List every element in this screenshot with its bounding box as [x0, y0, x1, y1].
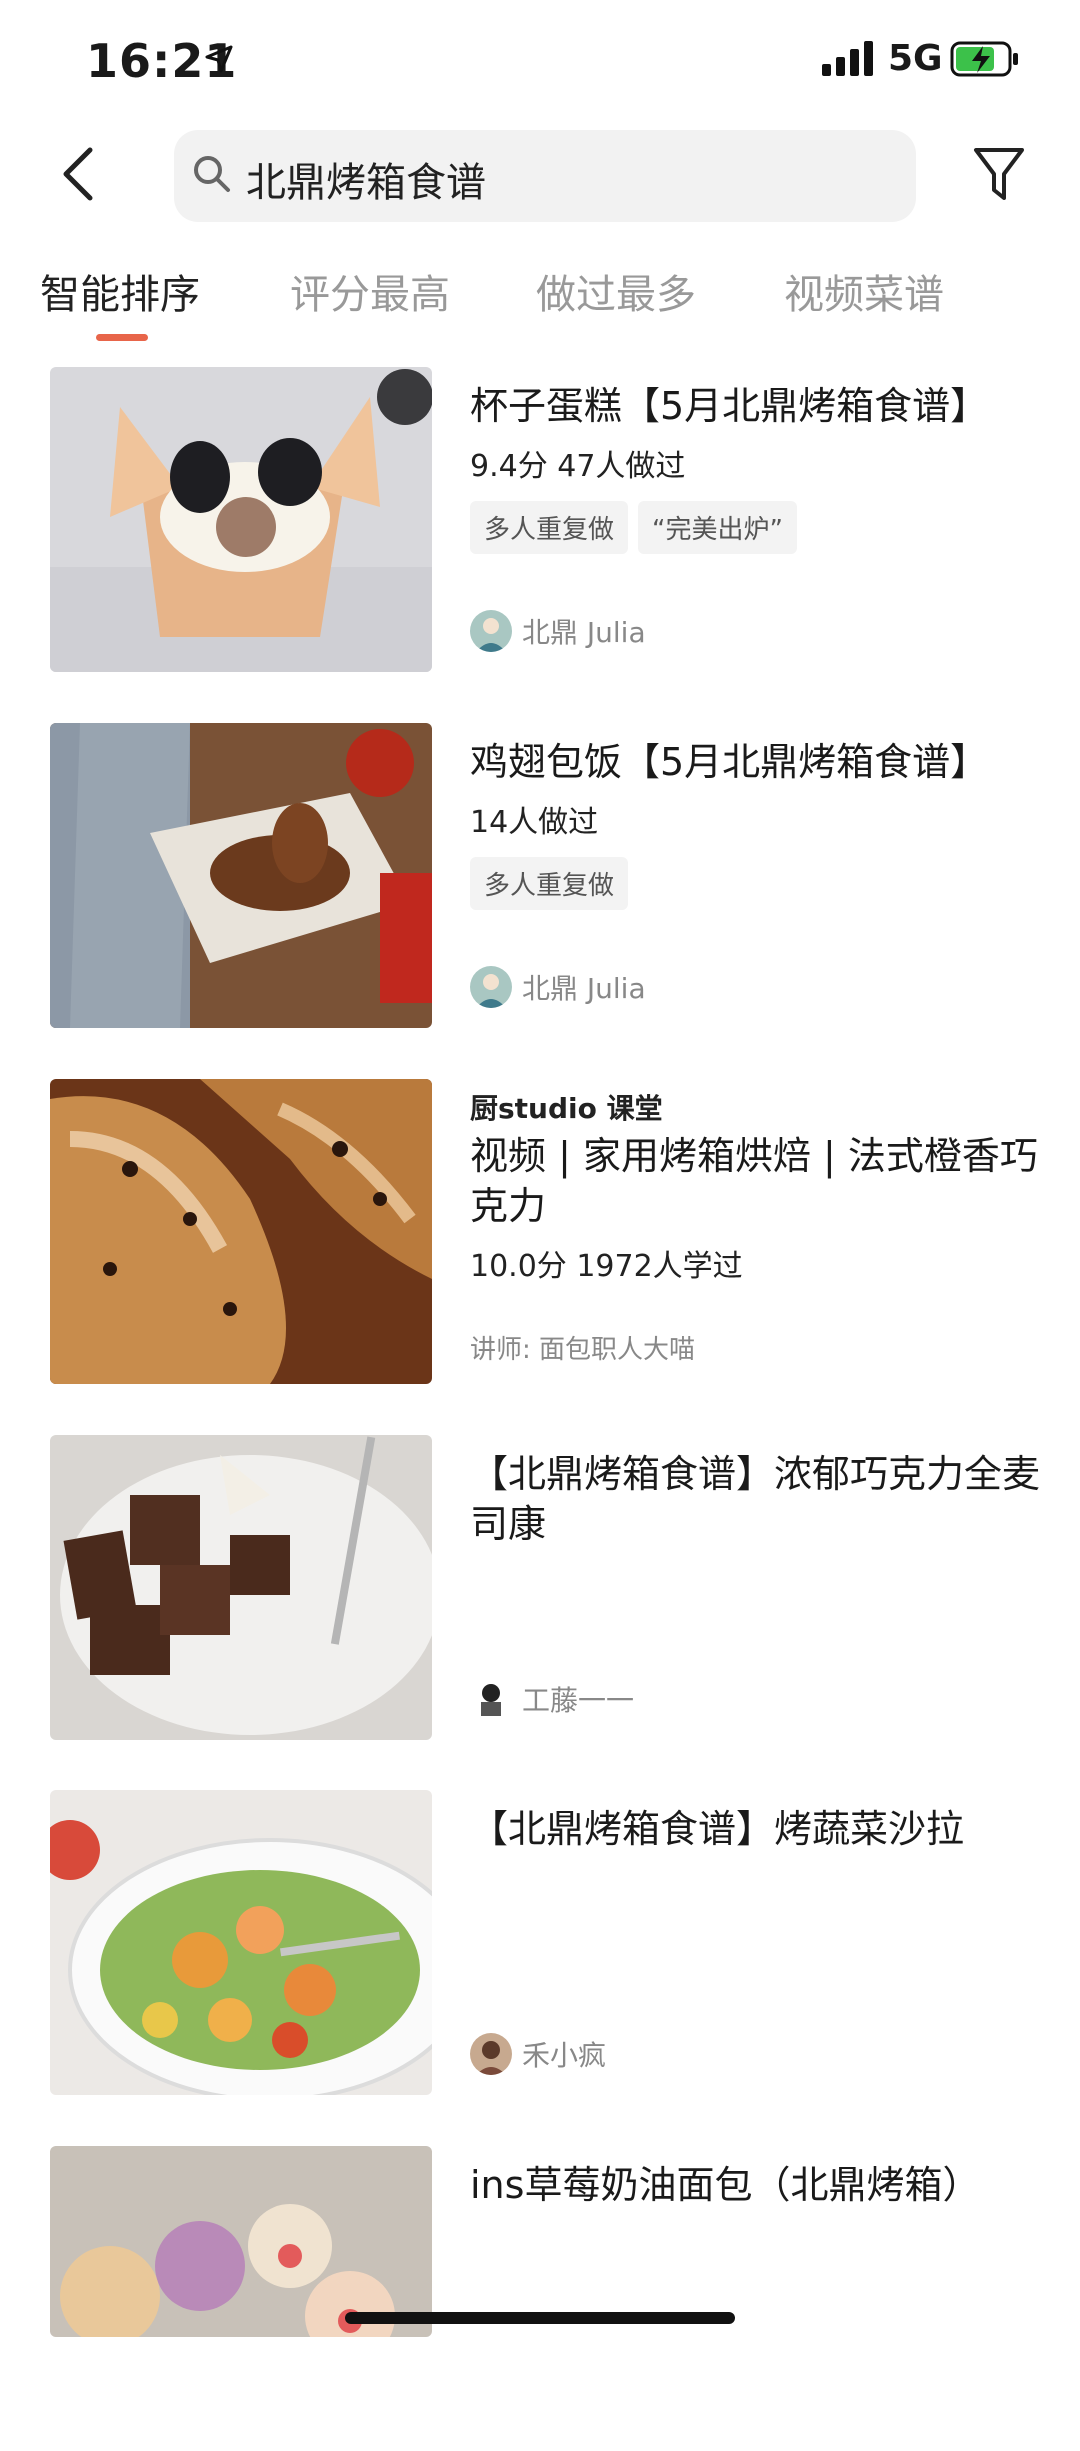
search-input[interactable]: 北鼎烤箱食谱	[174, 130, 916, 222]
author-name: 北鼎 Julia	[522, 616, 646, 649]
recipe-title: ins草莓奶油面包（北鼎烤箱）	[470, 2163, 981, 2207]
course-info: 厨studio 课堂 视频 | 家用烤箱烘焙 | 法式橙香巧克力 10.0分 1…	[470, 1079, 1060, 1384]
video-course-card[interactable]: 厨studio 课堂 视频 | 家用烤箱烘焙 | 法式橙香巧克力 10.0分 1…	[50, 1079, 1050, 1384]
recipe-card[interactable]: 【北鼎烤箱食谱】烤蔬菜沙拉 禾小疯	[50, 1790, 1050, 2095]
recipe-meta: 9.4分 47人做过	[470, 449, 686, 484]
location-arrow-icon	[205, 45, 233, 73]
filter-funnel-icon[interactable]	[972, 144, 1026, 204]
search-header: 北鼎烤箱食谱	[0, 120, 1080, 240]
author-name: 工藤一一	[522, 1684, 635, 1717]
author-name: 禾小疯	[522, 2039, 607, 2072]
sort-tabs: 智能排序 评分最高 做过最多 视频菜谱	[0, 250, 1080, 350]
tab-video-recipes[interactable]: 视频菜谱	[784, 262, 944, 320]
author[interactable]: 北鼎 Julia	[470, 608, 646, 654]
home-indicator[interactable]	[345, 2312, 735, 2324]
author[interactable]: 工藤一一	[470, 1676, 634, 1722]
recipe-thumbnail[interactable]	[50, 723, 432, 1028]
recipe-card[interactable]: 【北鼎烤箱食谱】浓郁巧克力全麦司康 工藤一一	[50, 1435, 1050, 1740]
recipe-info: 杯子蛋糕【5月北鼎烤箱食谱】 9.4分 47人做过 多人重复做 “完美出炉” 北鼎…	[470, 367, 1060, 672]
recipe-title: 鸡翅包饭【5月北鼎烤箱食谱】	[470, 740, 989, 784]
recipe-tags: 多人重复做 “完美出炉”	[470, 501, 1060, 554]
course-title: 视频 | 家用烤箱烘焙 | 法式橙香巧克力	[470, 1134, 1038, 1228]
recipe-tags: 多人重复做	[470, 857, 1060, 910]
tag: “完美出炉”	[638, 501, 797, 554]
avatar	[470, 610, 512, 652]
author[interactable]: 北鼎 Julia	[470, 964, 646, 1010]
recipe-info: ins草莓奶油面包（北鼎烤箱）	[470, 2146, 1060, 2451]
lecturer: 讲师: 面包职人大喵	[470, 1335, 696, 1365]
recipe-info: 【北鼎烤箱食谱】烤蔬菜沙拉 禾小疯	[470, 1790, 1060, 2095]
course-thumbnail[interactable]	[50, 1079, 432, 1384]
signal-icon	[822, 41, 873, 76]
tag: 多人重复做	[470, 857, 629, 910]
recipe-card[interactable]: 杯子蛋糕【5月北鼎烤箱食谱】 9.4分 47人做过 多人重复做 “完美出炉” 北鼎…	[50, 367, 1050, 672]
battery-charging-icon	[950, 41, 1018, 77]
recipe-card[interactable]: 鸡翅包饭【5月北鼎烤箱食谱】 14人做过 多人重复做 北鼎 Julia	[50, 723, 1050, 1028]
recipe-thumbnail[interactable]	[50, 2146, 432, 2337]
recipe-meta: 14人做过	[470, 805, 599, 840]
course-brand: 厨studio 课堂	[470, 1092, 663, 1125]
avatar	[470, 1678, 512, 1720]
back-chevron-icon[interactable]	[58, 146, 100, 202]
recipe-title: 杯子蛋糕【5月北鼎烤箱食谱】	[470, 384, 989, 428]
recipe-info: 【北鼎烤箱食谱】浓郁巧克力全麦司康 工藤一一	[470, 1435, 1060, 1740]
recipe-title: 【北鼎烤箱食谱】烤蔬菜沙拉	[470, 1807, 965, 1851]
recipe-thumbnail[interactable]	[50, 1435, 432, 1740]
recipe-title: 【北鼎烤箱食谱】浓郁巧克力全麦司康	[470, 1452, 1041, 1546]
avatar	[470, 2033, 512, 2075]
status-bar: 16:21 5G	[0, 0, 1080, 120]
search-icon	[194, 156, 230, 192]
recipe-thumbnail[interactable]	[50, 367, 432, 672]
tab-smart-sort[interactable]: 智能排序	[40, 262, 200, 320]
avatar	[470, 966, 512, 1008]
author-name: 北鼎 Julia	[522, 972, 646, 1005]
active-tab-indicator	[96, 334, 148, 341]
tag: 多人重复做	[470, 501, 629, 554]
search-query-text: 北鼎烤箱食谱	[246, 160, 486, 206]
recipe-card[interactable]: ins草莓奶油面包（北鼎烤箱）	[50, 2146, 1050, 2337]
recipe-info: 鸡翅包饭【5月北鼎烤箱食谱】 14人做过 多人重复做 北鼎 Julia	[470, 723, 1060, 1028]
tab-most-made[interactable]: 做过最多	[536, 262, 696, 320]
tab-top-rated[interactable]: 评分最高	[290, 262, 450, 320]
network-type: 5G	[888, 38, 943, 79]
course-meta: 10.0分 1972人学过	[470, 1249, 743, 1284]
recipe-thumbnail[interactable]	[50, 1790, 432, 2095]
author[interactable]: 禾小疯	[470, 2031, 606, 2077]
